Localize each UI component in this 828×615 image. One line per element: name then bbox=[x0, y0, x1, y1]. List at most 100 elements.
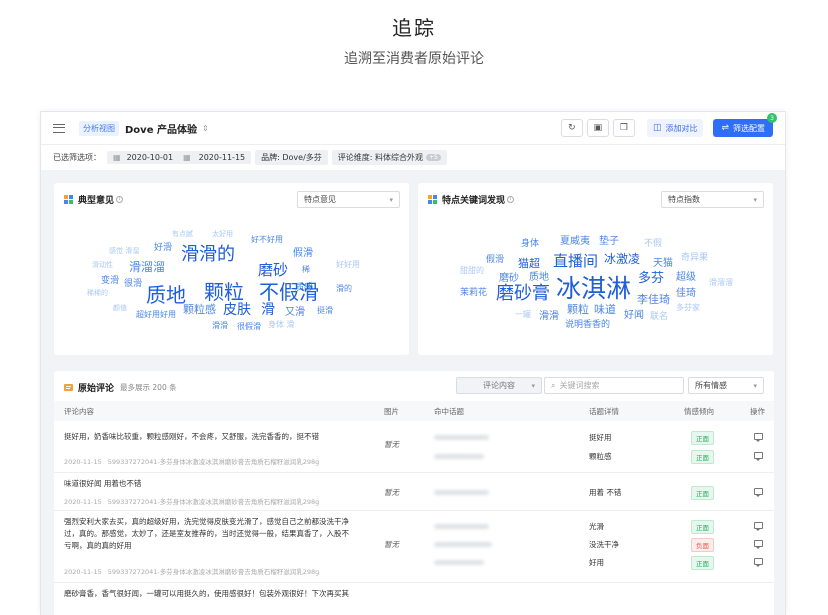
grid-chart-icon bbox=[64, 194, 73, 204]
comment-icon[interactable] bbox=[754, 540, 763, 549]
topic-detail: 挺好用 bbox=[589, 433, 612, 442]
cloud-word[interactable]: 感觉 滑溜 bbox=[109, 246, 139, 256]
cloud-word[interactable]: 滑溜溜 bbox=[709, 277, 733, 288]
cloud-word[interactable]: 磨砂膏 bbox=[496, 279, 550, 305]
cloud-word[interactable]: 茉莉花 bbox=[460, 285, 487, 298]
info-icon[interactable]: i bbox=[507, 196, 515, 203]
cloud-word[interactable]: 垫子 bbox=[599, 232, 619, 247]
cloud-word[interactable]: 假滑 bbox=[486, 252, 504, 265]
opinion-type-select[interactable]: 特点意见 ▾ bbox=[297, 191, 400, 208]
cloud-word[interactable]: 颗粒 bbox=[567, 301, 589, 317]
chevron-down-icon: ▾ bbox=[753, 195, 757, 204]
cloud-word[interactable]: 好不好用 bbox=[251, 234, 283, 245]
cloud-word[interactable]: 不假 bbox=[644, 236, 662, 249]
cloud-word[interactable]: 说明香香的 bbox=[565, 317, 610, 330]
cloud-word[interactable]: 身体 滑 bbox=[268, 319, 295, 330]
review-sku[interactable]: 599337272041-多芬身体冰激凌冰淇淋磨砂膏去角质石榴籽滋润乳298g bbox=[108, 498, 320, 506]
info-icon[interactable]: i bbox=[116, 196, 124, 203]
cloud-word[interactable]: 超级 bbox=[676, 268, 696, 283]
cloud-word[interactable]: 超好用好用 bbox=[136, 309, 176, 320]
cloud-word[interactable]: 皮肤 bbox=[223, 299, 251, 319]
switch-product-icon[interactable]: ⇕ bbox=[202, 124, 209, 133]
cloud-word[interactable]: 好好用 bbox=[336, 259, 360, 270]
comment-icon[interactable] bbox=[754, 452, 763, 461]
refresh-button[interactable]: ↻ bbox=[560, 119, 583, 137]
product-title[interactable]: Dove 产品体验 bbox=[125, 121, 197, 136]
cloud-word[interactable]: 滑的 bbox=[336, 283, 352, 294]
cloud-word[interactable]: 滑滑 bbox=[539, 307, 559, 322]
keyword-search-input[interactable]: ⌕ 关键词搜索 bbox=[544, 377, 684, 394]
cloud-word[interactable]: 直播间 bbox=[553, 250, 598, 271]
select-value: 特点指数 bbox=[668, 195, 700, 204]
sentiment-select[interactable]: 所有情感 ▾ bbox=[688, 377, 764, 394]
cloud-word[interactable]: 甜甜的 bbox=[460, 265, 484, 276]
review-sku[interactable]: 599337272041-多芬身体冰激凌冰淇淋磨砂膏去角质石榴籽滋润乳298g bbox=[108, 568, 320, 576]
refresh-icon: ↻ bbox=[568, 123, 576, 133]
comment-icon[interactable] bbox=[754, 488, 763, 497]
sliders-icon: ⇌ bbox=[721, 123, 729, 133]
cloud-word[interactable]: 滑滑 bbox=[212, 320, 228, 331]
cloud-word[interactable]: 有点腻 bbox=[172, 229, 193, 239]
date-range-chip[interactable]: ▦ 2020-10-01 ▦ 2020-11-15 bbox=[107, 150, 252, 164]
review-content-select[interactable]: 评论内容 ▾ bbox=[456, 377, 542, 394]
date-end: 2020-11-15 bbox=[198, 152, 246, 162]
cloud-word[interactable]: 冰淇淋 bbox=[556, 269, 631, 305]
add-compare-button[interactable]: ◫ 添加对比 bbox=[646, 119, 704, 137]
cloud-word[interactable]: 联名 bbox=[650, 309, 668, 322]
cloud-word[interactable]: 好闻 bbox=[624, 306, 644, 321]
cloud-word[interactable]: 颜值 bbox=[113, 303, 127, 313]
reviews-title: 原始评论 bbox=[78, 384, 115, 394]
cloud-word[interactable]: 身体 bbox=[521, 236, 539, 249]
cloud-word[interactable]: 滑滑的 bbox=[181, 240, 235, 266]
typical-opinions-panel: 典型意见 i 特点意见 ▾ 有点腻 太好用 好不好用 好滑 滑滑的 假滑 滑溜溜 磨砂稀质感 好好… bbox=[54, 183, 409, 355]
cloud-word[interactable]: 冰激凌 bbox=[604, 250, 640, 267]
cloud-word[interactable]: 滑动性 bbox=[92, 260, 113, 270]
brand-chip[interactable]: 品牌: Dove/多芬 bbox=[255, 149, 328, 165]
copy-button[interactable]: ❐ bbox=[612, 119, 635, 137]
cloud-word[interactable]: 很假滑 bbox=[237, 321, 261, 332]
cloud-word[interactable]: 假滑 bbox=[293, 244, 313, 259]
cloud-word[interactable]: 太好用 bbox=[212, 229, 233, 239]
cloud-word[interactable]: 又滑 bbox=[285, 303, 305, 318]
comment-icon[interactable] bbox=[754, 558, 763, 567]
review-date: 2020-11-15 bbox=[64, 458, 102, 466]
filter-count-badge: 3 bbox=[767, 113, 777, 123]
comment-icon[interactable] bbox=[754, 433, 763, 442]
review-sku[interactable]: 599337272041-多芬身体冰激凌冰淇淋磨砂膏去角质石榴籽滋润乳298g bbox=[108, 458, 320, 466]
table-row[interactable]: 味道很好闻 用着也不错 2020-11-15 599337272041-多芬身体冰… bbox=[54, 473, 774, 511]
cloud-word[interactable]: 质地 bbox=[146, 279, 186, 308]
review-text: 挺好用，奶香味比较重，颗粒感刚好，不会疼，又舒服，洗完香香的，挺不错 bbox=[64, 432, 319, 441]
cloud-word[interactable]: 稀 bbox=[302, 264, 310, 275]
comment-icon[interactable] bbox=[754, 522, 763, 531]
cloud-word[interactable]: 稀稀的 bbox=[87, 288, 108, 298]
cloud-word[interactable]: 好滑 bbox=[154, 240, 172, 253]
cloud-word[interactable]: 多芬 bbox=[638, 267, 664, 286]
cloud-word[interactable]: 很滑 bbox=[124, 276, 142, 289]
cloud-word[interactable]: 李佳琦 bbox=[637, 291, 670, 307]
table-row[interactable]: 磨砂膏香，香气很好闻，一罐可以用挺久的，使用感很好！包装外观很好！下次再买其 bbox=[54, 583, 774, 615]
save-button[interactable]: ▣ bbox=[586, 119, 609, 137]
filter-config-button[interactable]: ⇌ 筛选配置 3 bbox=[713, 113, 777, 137]
cloud-word[interactable]: 滑溜溜 bbox=[129, 258, 165, 275]
hamburger-menu-icon[interactable] bbox=[53, 123, 65, 133]
dimension-chip[interactable]: 评论维度: 料体综合外观 +5 bbox=[331, 149, 447, 165]
topic-detail: 光滑 bbox=[589, 522, 604, 531]
cloud-word[interactable]: 夏威夷 bbox=[560, 232, 590, 247]
cloud-word[interactable]: 挺滑 bbox=[317, 305, 333, 316]
table-header: 评论内容 图片 命中话题 话题详情 情感倾向 操作 bbox=[54, 401, 774, 421]
review-date: 2020-11-15 bbox=[64, 498, 102, 506]
original-reviews-panel: 原始评论 最多展示 200 条 评论内容 ▾ ⌕ 关键词搜索 所有情感 ▾ 评论内容 … bbox=[54, 371, 774, 615]
keyword-index-select[interactable]: 特点指数 ▾ bbox=[661, 191, 764, 208]
table-row[interactable]: 挺好用，奶香味比较重，颗粒感刚好，不会疼，又舒服，洗完香香的，挺不错 2020-… bbox=[54, 421, 774, 473]
cloud-word[interactable]: 一罐 bbox=[515, 309, 531, 320]
cloud-word[interactable]: 奇异果 bbox=[681, 250, 708, 263]
table-row[interactable]: 强烈安利大家去买，真的超级好用，洗完觉得皮肤变光滑了，感觉自己之前都没洗干净过，… bbox=[54, 511, 774, 583]
cloud-word[interactable]: 味道 bbox=[594, 301, 616, 317]
cloud-word[interactable]: 多芬家 bbox=[676, 302, 700, 313]
col-action: 操作 bbox=[750, 407, 765, 416]
search-icon: ⌕ bbox=[551, 380, 556, 390]
cloud-word[interactable]: 滑 bbox=[261, 299, 275, 319]
cloud-word[interactable]: 佳琦 bbox=[676, 284, 696, 299]
cloud-word[interactable]: 颗粒感 bbox=[183, 301, 216, 317]
cloud-word[interactable]: 变滑 bbox=[101, 273, 119, 286]
